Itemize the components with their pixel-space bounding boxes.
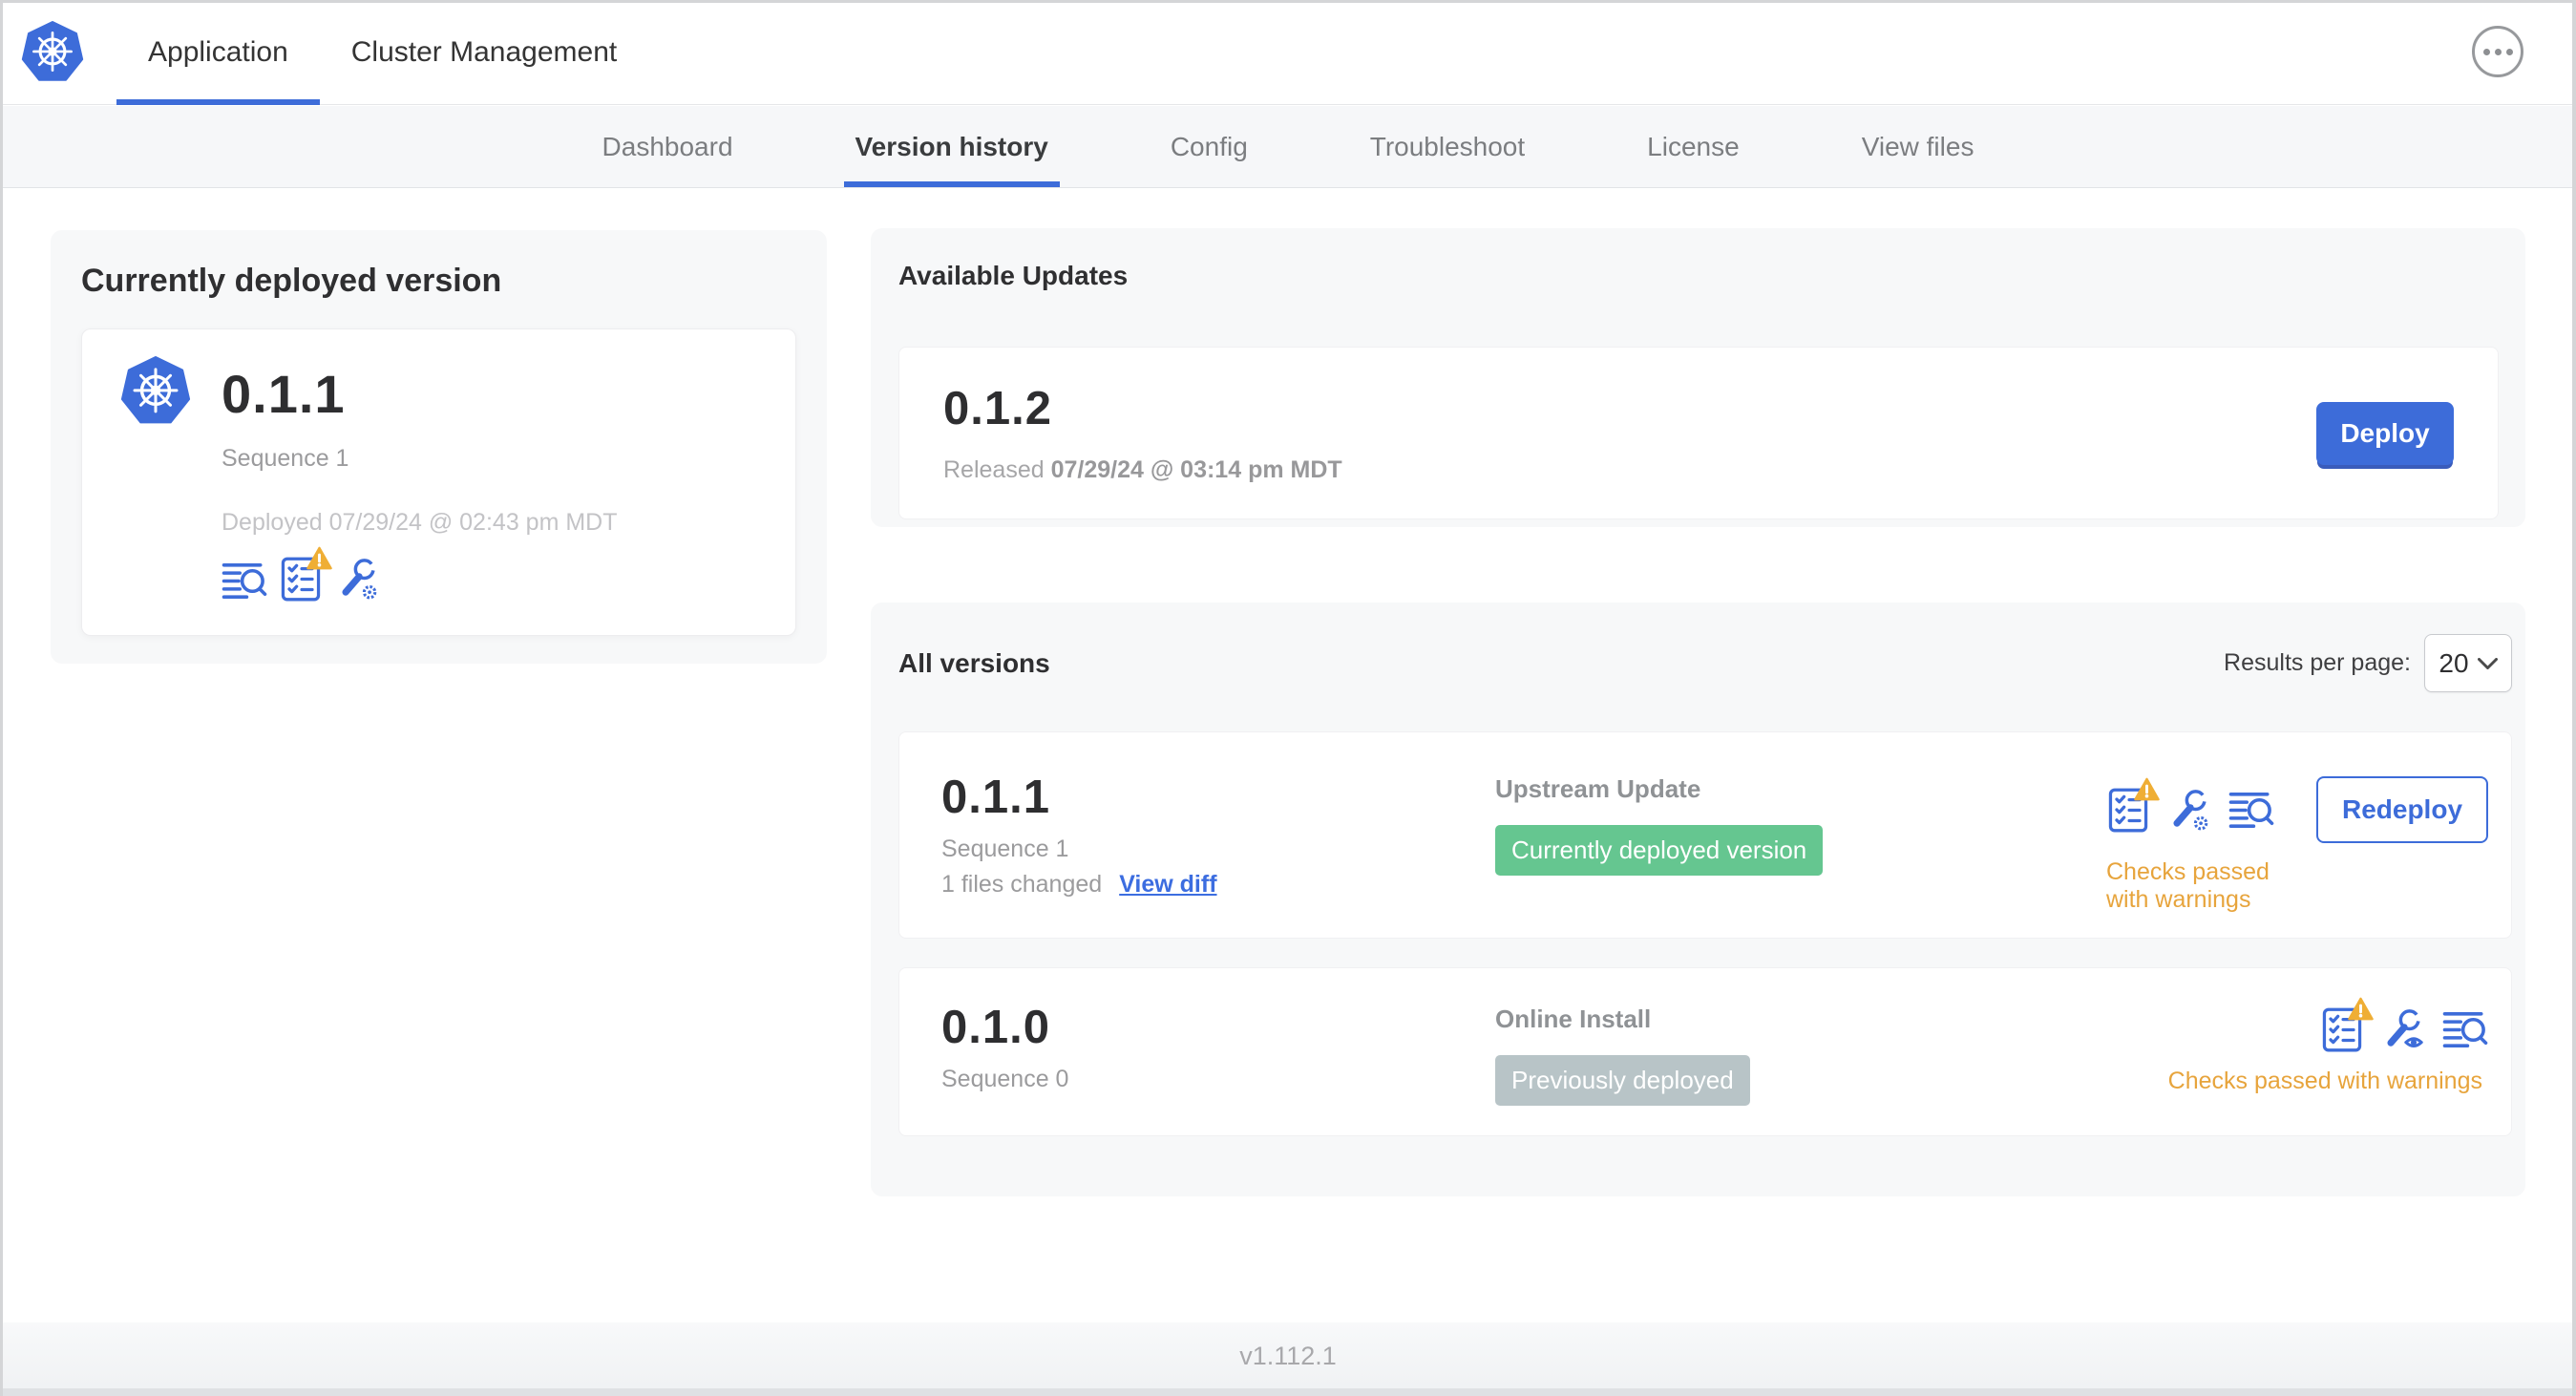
current-version-number: 0.1.1 bbox=[222, 364, 346, 424]
deployment-status-badge: Previously deployed bbox=[1495, 1055, 1750, 1106]
kubernetes-app-icon bbox=[120, 356, 191, 432]
all-versions-title: All versions bbox=[898, 647, 1050, 678]
checks-status-text: Checks passed with warnings bbox=[2106, 858, 2270, 913]
version-row: 0.1.1 Sequence 1 1 files changed View di… bbox=[898, 731, 2512, 939]
preflight-checks-warning-icon[interactable] bbox=[281, 546, 332, 602]
app-header: Application Cluster Management bbox=[0, 0, 2576, 105]
main-content: Currently deployed version 0.1.1 Sequenc… bbox=[0, 188, 2576, 1322]
ellipsis-menu-button[interactable] bbox=[2472, 26, 2523, 77]
screen-edge-right bbox=[2572, 0, 2576, 1396]
deploy-logs-icon[interactable] bbox=[222, 561, 267, 602]
row-actions: Redeploy bbox=[2108, 776, 2488, 843]
update-released-date: Released 07/29/24 @ 03:14 pm MDT bbox=[943, 456, 1342, 484]
available-updates-panel: Available Updates 0.1.2 Released 07/29/2… bbox=[871, 228, 2525, 527]
currently-deployed-title: Currently deployed version bbox=[81, 263, 502, 299]
deploy-logs-icon[interactable] bbox=[2228, 790, 2274, 831]
currently-deployed-card: 0.1.1 Sequence 1 Deployed 07/29/24 @ 02:… bbox=[81, 328, 796, 636]
available-update-card: 0.1.2 Released 07/29/24 @ 03:14 pm MDT D… bbox=[898, 347, 2499, 519]
tab-cluster-management-label: Cluster Management bbox=[350, 35, 618, 68]
warning-triangle-icon bbox=[306, 546, 332, 570]
results-per-page-select[interactable]: 20 bbox=[2424, 634, 2512, 692]
tab-version-history-label: Version history bbox=[855, 131, 1048, 161]
released-prefix: Released bbox=[943, 456, 1045, 483]
tab-dashboard[interactable]: Dashboard bbox=[602, 106, 733, 187]
app-footer: v1.112.1 bbox=[0, 1322, 2576, 1396]
tab-application[interactable]: Application bbox=[116, 0, 320, 105]
screen-edge-left bbox=[0, 0, 3, 1396]
deployment-status-badge: Currently deployed version bbox=[1495, 825, 1824, 876]
app-level-tabs: Application Cluster Management bbox=[116, 0, 648, 105]
row-actions bbox=[2322, 997, 2488, 1052]
kubernetes-logo-icon bbox=[21, 20, 84, 84]
row-version-number: 0.1.0 bbox=[941, 1002, 1050, 1053]
edit-config-icon[interactable] bbox=[334, 556, 380, 602]
preflight-checks-warning-icon[interactable] bbox=[2108, 777, 2160, 833]
deploy-logs-icon[interactable] bbox=[2442, 1009, 2488, 1050]
results-per-page: Results per page: 20 bbox=[2224, 634, 2512, 692]
deploy-button[interactable]: Deploy bbox=[2316, 401, 2454, 465]
update-version-number: 0.1.2 bbox=[943, 383, 1052, 434]
footer-bottom-strip bbox=[0, 1388, 2576, 1396]
tab-troubleshoot[interactable]: Troubleshoot bbox=[1370, 106, 1525, 187]
tab-cluster-management[interactable]: Cluster Management bbox=[320, 0, 648, 104]
results-per-page-label: Results per page: bbox=[2224, 649, 2411, 676]
checks-status-text: Checks passed with warnings bbox=[2167, 1068, 2482, 1094]
released-date-value: 07/29/24 @ 03:14 pm MDT bbox=[1050, 456, 1342, 483]
version-row: 0.1.0 Sequence 0 Online Install Previous… bbox=[898, 967, 2512, 1136]
ellipsis-dot bbox=[2505, 48, 2513, 55]
ellipsis-dot bbox=[2482, 48, 2490, 55]
tab-config-label: Config bbox=[1170, 131, 1248, 161]
chevron-down-icon bbox=[2477, 657, 2498, 669]
tab-troubleshoot-label: Troubleshoot bbox=[1369, 131, 1526, 161]
row-sequence: Sequence 1 bbox=[941, 835, 1069, 862]
row-source-label: Online Install bbox=[1495, 1005, 1652, 1033]
available-updates-title: Available Updates bbox=[898, 261, 1129, 290]
tab-view-files-label: View files bbox=[1861, 131, 1974, 161]
row-source-label: Upstream Update bbox=[1495, 774, 1701, 803]
row-version-number: 0.1.1 bbox=[941, 772, 1050, 823]
preflight-checks-warning-icon[interactable] bbox=[2322, 997, 2374, 1052]
warning-triangle-icon bbox=[2348, 997, 2374, 1021]
screen-edge-top bbox=[0, 0, 2576, 3]
warning-triangle-icon bbox=[2134, 777, 2160, 801]
tab-version-history[interactable]: Version history bbox=[843, 106, 1061, 187]
current-version-actions bbox=[222, 546, 757, 602]
files-changed-label: 1 files changed bbox=[941, 871, 1103, 898]
tab-license-label: License bbox=[1647, 131, 1740, 161]
console-version-label: v1.112.1 bbox=[1239, 1342, 1337, 1370]
results-per-page-value: 20 bbox=[2439, 647, 2469, 678]
view-config-icon[interactable] bbox=[2379, 1006, 2425, 1052]
current-version-deployed-date: Deployed 07/29/24 @ 02:43 pm MDT bbox=[222, 509, 618, 536]
tab-view-files[interactable]: View files bbox=[1862, 106, 1974, 187]
view-diff-link[interactable]: View diff bbox=[1119, 871, 1216, 899]
tab-config[interactable]: Config bbox=[1171, 106, 1248, 187]
current-version-sequence: Sequence 1 bbox=[222, 445, 349, 472]
tab-license[interactable]: License bbox=[1647, 106, 1740, 187]
row-sequence: Sequence 0 bbox=[941, 1066, 1069, 1092]
tab-application-label: Application bbox=[148, 35, 288, 68]
app-subnav: Dashboard Version history Config Trouble… bbox=[0, 106, 2576, 188]
redeploy-button[interactable]: Redeploy bbox=[2316, 776, 2488, 843]
currently-deployed-panel: Currently deployed version 0.1.1 Sequenc… bbox=[51, 230, 827, 664]
ellipsis-dot bbox=[2494, 48, 2502, 55]
all-versions-panel: All versions Results per page: 20 0.1.1 … bbox=[871, 603, 2525, 1196]
edit-config-icon[interactable] bbox=[2165, 787, 2211, 833]
tab-dashboard-label: Dashboard bbox=[602, 131, 733, 161]
